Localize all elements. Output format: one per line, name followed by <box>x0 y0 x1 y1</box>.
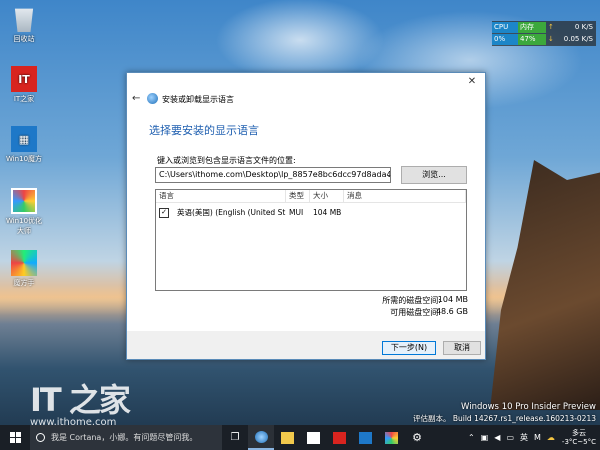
disk-required-label: 所需的磁盘空间: <box>382 296 441 305</box>
desktop-icon-label: 魔方手 <box>13 279 35 287</box>
disk-required-value: 104 MB <box>437 295 468 304</box>
weather-icon: ☁ <box>546 433 555 442</box>
row-message <box>344 206 466 220</box>
system-monitor-widget[interactable]: CPU 内存 ↑ 0 K/S 0% 47% ↓ 0.05 K/S <box>492 21 596 46</box>
arrow-left-icon: ← <box>132 93 141 104</box>
setup-globe-icon <box>254 430 268 443</box>
windows-logo-icon <box>9 432 21 443</box>
language-list: 语言 类型 大小 消息 ✓ 英语(美国) (English (United St.… <box>155 189 467 291</box>
desktop-icon-label: Win10优化大师 <box>5 217 43 235</box>
upload-arrow-icon: ↑ <box>548 22 554 31</box>
column-header-size[interactable]: 大小 <box>310 190 344 202</box>
folder-icon <box>280 431 294 444</box>
win10-cube-icon: ▦ <box>11 126 37 152</box>
memory-label: 内存 <box>518 21 546 33</box>
volume-icon[interactable]: ◀ <box>491 433 503 442</box>
temperature-text: -3°C~5°C <box>561 437 596 446</box>
desktop-icon-label: Win10魔方 <box>5 155 43 163</box>
row-type: MUI <box>289 208 304 217</box>
build-info: Windows 10 Pro Insider Preview 评估副本。 Bui… <box>413 402 596 424</box>
download-arrow-icon: ↓ <box>548 34 554 43</box>
ime-language[interactable]: 英 <box>517 432 531 443</box>
download-speed: 0.05 K/S <box>563 34 593 43</box>
cortana-circle-icon <box>36 433 45 442</box>
path-label: 键入或浏览到包含显示语言文件的位置: <box>157 156 296 165</box>
close-button[interactable]: ✕ <box>465 75 479 89</box>
column-header-language[interactable]: 语言 <box>156 190 286 202</box>
desktop-icon-optimizer[interactable]: Win10优化大师 <box>4 188 44 236</box>
system-tray: ⌃ ▣ ◀ ▭ 英 M ☁ 多云 -3°C~5°C <box>465 425 600 450</box>
next-button[interactable]: 下一步(N) <box>382 341 436 355</box>
chevron-up-icon[interactable]: ⌃ <box>465 433 478 442</box>
weather-text: 多云 <box>571 428 586 437</box>
install-language-dialog: ✕ ← 安装或卸载显示语言 选择要安装的显示语言 键入或浏览到包含显示语言文件的… <box>126 72 486 360</box>
cancel-button[interactable]: 取消 <box>443 341 481 355</box>
column-header-message[interactable]: 消息 <box>344 190 466 202</box>
table-row[interactable]: ✓ 英语(美国) (English (United St... MUI 104 M… <box>156 206 466 220</box>
desktop-icon-ithome[interactable]: IT IT之家 <box>4 66 44 104</box>
taskbar: 我是 Cortana，小娜。有问题尽管问我。 ❐ ⚙ ⌃ ▣ ◀ ▭ 英 M ☁… <box>0 425 600 450</box>
globe-icon <box>147 93 158 104</box>
ithome-icon: IT <box>11 66 37 92</box>
ithome-watermark: IT 之家 www.ithome.com <box>30 375 131 428</box>
network-icon[interactable]: ▣ <box>478 433 492 442</box>
cortana-search-box[interactable]: 我是 Cortana，小娜。有问题尽管问我。 <box>30 425 222 450</box>
column-header-type[interactable]: 类型 <box>286 190 310 202</box>
weather-widget[interactable]: 多云 -3°C~5°C <box>558 429 600 447</box>
desktop-icon-label: IT之家 <box>13 95 35 103</box>
dialog-titlebar: ✕ ← 安装或卸载显示语言 <box>127 73 485 104</box>
build-number: 评估副本。 Build 14267.rs1_release.160213-021… <box>412 414 596 423</box>
path-input[interactable]: C:\Users\ithome.com\Desktop\lp_8857e8bc6… <box>155 167 391 183</box>
win10-cube-icon <box>358 431 372 444</box>
search-placeholder: 我是 Cortana，小娜。有问题尽管问我。 <box>51 433 198 442</box>
row-checkbox[interactable]: ✓ <box>159 208 169 218</box>
chevron-down-icon[interactable]: ⌄ <box>383 167 395 183</box>
store-icon <box>306 431 320 444</box>
page-heading: 选择要安装的显示语言 <box>149 124 259 137</box>
ime-mode[interactable]: M <box>531 433 544 442</box>
ithome-icon <box>332 431 346 444</box>
task-view-button[interactable]: ❐ <box>222 425 248 450</box>
memory-value: 47% <box>518 33 546 45</box>
ithome-logo-icon: IT 之家 <box>30 381 131 419</box>
build-edition: Windows 10 Pro Insider Preview <box>461 402 596 412</box>
row-language: 英语(美国) (English (United St... <box>177 208 286 217</box>
browse-button[interactable]: 浏览... <box>401 166 467 184</box>
desktop-icon-win10-cube[interactable]: ▦ Win10魔方 <box>4 126 44 164</box>
dialog-title: 安装或卸载显示语言 <box>162 95 234 104</box>
taskbar-app-optimizer[interactable] <box>378 425 404 450</box>
list-header: 语言 类型 大小 消息 <box>156 190 466 203</box>
taskbar-app-settings[interactable]: ⚙ <box>404 425 430 450</box>
disk-available-label: 可用磁盘空间: <box>390 308 441 317</box>
back-button[interactable]: ← <box>132 93 140 104</box>
pinwheel-icon <box>11 250 37 276</box>
optimizer-icon <box>384 431 398 444</box>
action-center-icon[interactable]: ▭ <box>503 433 517 442</box>
desktop-icon-recycle-bin[interactable]: 回收站 <box>4 6 44 44</box>
row-size: 104 MB <box>313 208 342 217</box>
desktop-icon-pinwheel[interactable]: 魔方手 <box>4 250 44 288</box>
recycle-bin-icon <box>14 8 34 32</box>
taskbar-app-store[interactable] <box>300 425 326 450</box>
disk-available-value: 48.6 GB <box>435 307 468 316</box>
taskbar-app-cube[interactable] <box>352 425 378 450</box>
gear-icon: ⚙ <box>412 431 422 444</box>
cpu-value: 0% <box>492 33 518 45</box>
task-view-icon: ❐ <box>230 432 240 443</box>
upload-speed: 0 K/S <box>574 22 593 31</box>
desktop-icon-label: 回收站 <box>13 35 35 43</box>
start-button[interactable] <box>0 425 30 450</box>
cpu-label: CPU <box>492 21 518 33</box>
taskbar-app-file-explorer[interactable] <box>274 425 300 450</box>
taskbar-app-ithome[interactable] <box>326 425 352 450</box>
close-icon: ✕ <box>467 76 477 87</box>
optimizer-icon <box>11 188 37 214</box>
taskbar-app-language-setup[interactable] <box>248 425 274 450</box>
